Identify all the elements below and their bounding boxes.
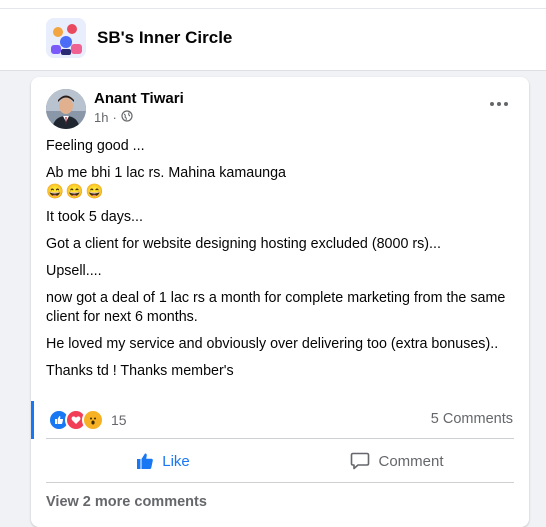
post-paragraph: Got a client for website designing hosti… <box>46 236 441 252</box>
comment-label: Comment <box>378 452 444 470</box>
more-options-icon[interactable] <box>485 97 513 111</box>
divider <box>0 8 546 9</box>
post-paragraph: now got a deal of 1 lac rs a month for c… <box>46 290 506 325</box>
grinning-emoji: 😄 <box>46 184 64 200</box>
post-paragraph: Thanks td ! Thanks member's <box>46 363 234 379</box>
post-paragraph: Ab me bhi 1 lac rs. Mahina kamaunga <box>46 165 286 181</box>
reaction-summary[interactable]: 15 <box>48 409 127 431</box>
grinning-emoji: 😄 <box>85 184 104 200</box>
like-button[interactable]: Like <box>46 441 280 481</box>
reaction-count: 15 <box>111 412 127 428</box>
wow-reaction-icon <box>82 409 104 431</box>
post-meta: 1h · <box>94 110 133 125</box>
emoji-row: 😄 😄 😄 <box>46 183 516 202</box>
thumbs-up-icon <box>137 453 154 469</box>
post-paragraph: Feeling good ... <box>46 138 145 154</box>
post-paragraph: He loved my service and obviously over d… <box>46 336 499 352</box>
group-name[interactable]: SB's Inner Circle <box>97 28 232 48</box>
comments-count-link[interactable]: 5 Comments <box>431 411 513 427</box>
post-time[interactable]: 1h <box>94 110 108 125</box>
post-paragraph: Upsell.... <box>46 263 102 279</box>
view-more-comments-link[interactable]: View 2 more comments <box>46 494 207 510</box>
comment-button[interactable]: Comment <box>280 441 514 481</box>
post-paragraph: It took 5 days... <box>46 209 143 225</box>
like-label: Like <box>162 452 190 470</box>
meta-separator: · <box>112 110 117 125</box>
grinning-emoji: 😄 <box>65 184 84 200</box>
post-actions: Like Comment <box>46 441 514 481</box>
divider <box>46 482 514 483</box>
group-photo-icon[interactable] <box>46 18 86 58</box>
post-card: Anant Tiwari 1h · Feeling good ... Ab me… <box>31 77 529 527</box>
globe-icon <box>121 110 133 125</box>
author-avatar[interactable] <box>46 89 86 129</box>
author-name[interactable]: Anant Tiwari <box>94 90 184 107</box>
post-body: Feeling good ... Ab me bhi 1 lac rs. Mah… <box>46 137 516 389</box>
group-header: SB's Inner Circle <box>0 0 546 71</box>
focus-indicator <box>31 401 34 439</box>
comment-bubble-icon <box>351 452 370 470</box>
divider <box>46 438 514 439</box>
